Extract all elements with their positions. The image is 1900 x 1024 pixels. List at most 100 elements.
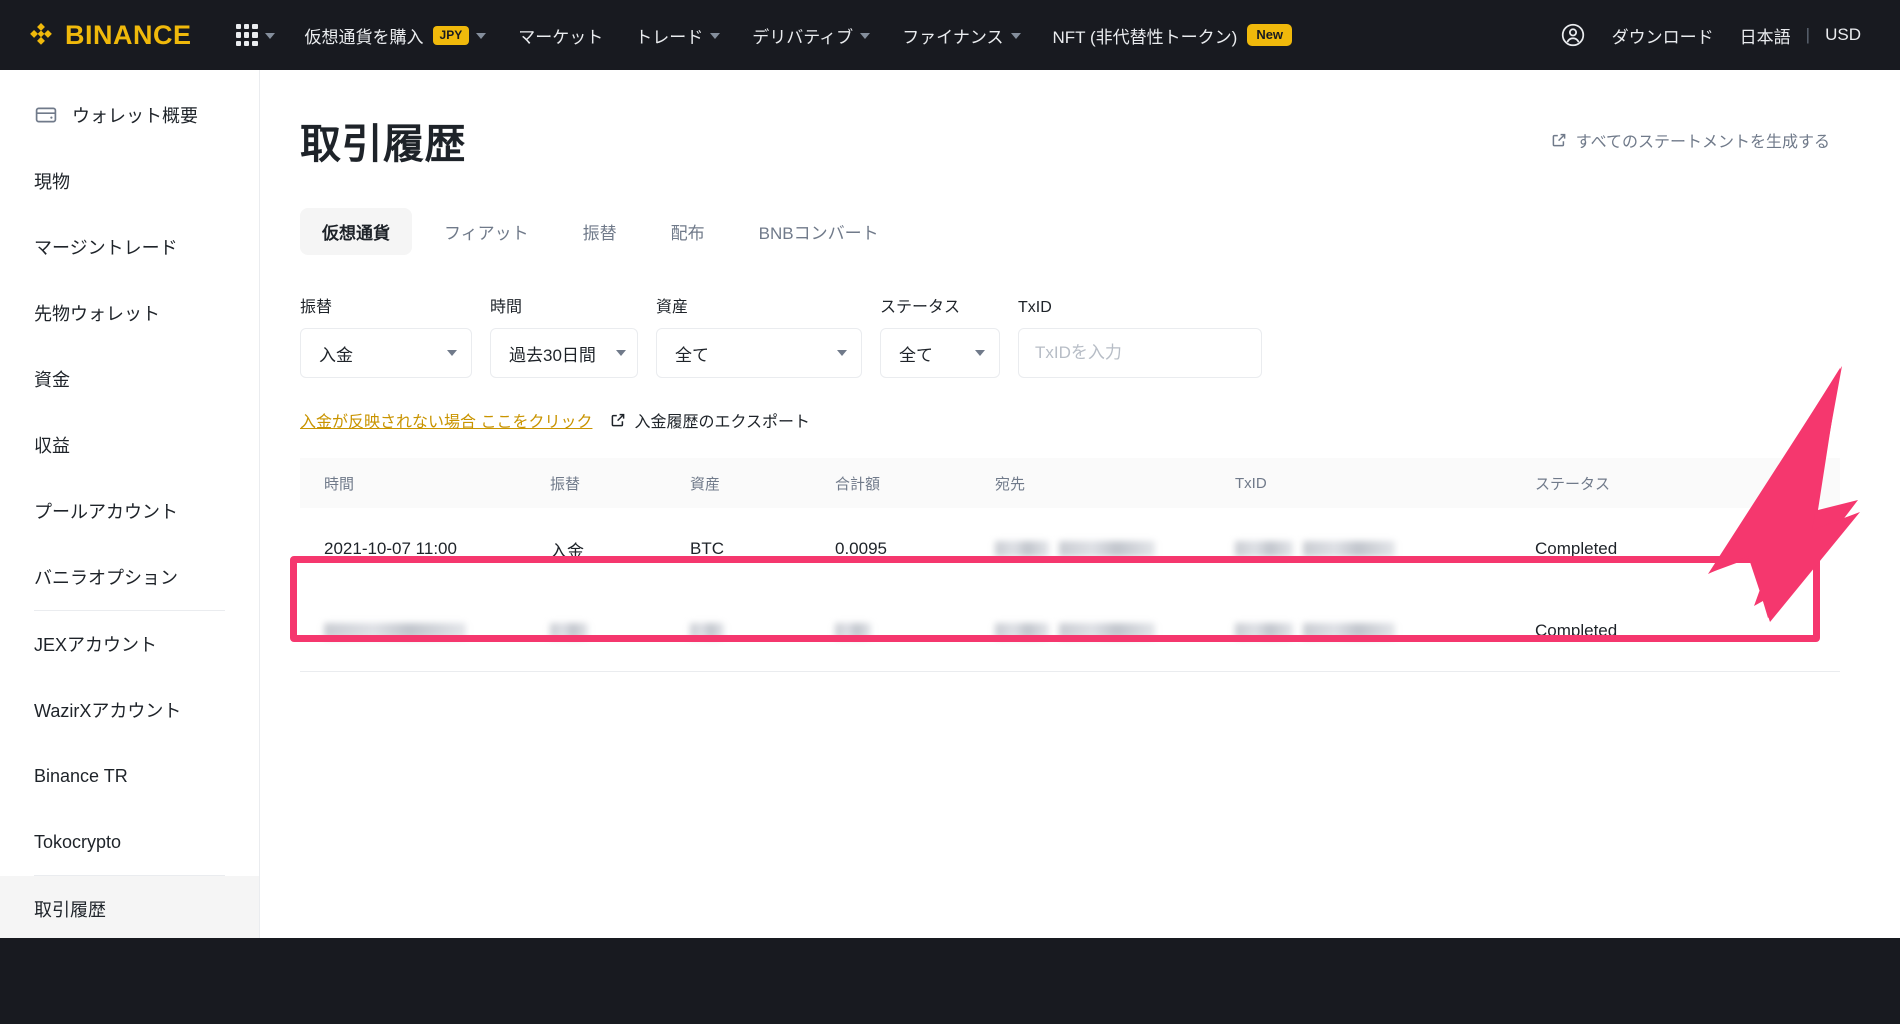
download-link[interactable]: ダウンロード: [1599, 0, 1727, 70]
status-select[interactable]: 全て: [880, 328, 1000, 378]
time-range-select[interactable]: 過去30日間: [490, 328, 638, 378]
sidebar-item-tokocrypto[interactable]: Tokocrypto: [0, 809, 259, 875]
tab-transfer[interactable]: 振替: [561, 208, 639, 255]
column-header-amount: 合計額: [835, 475, 881, 493]
sidebar-item-label: Binance TR: [34, 765, 128, 786]
sidebar-item-jex-account[interactable]: JEXアカウント: [0, 611, 259, 677]
nav-item-nft[interactable]: NFT (非代替性トークン) New: [1037, 0, 1309, 70]
sidebar-item-futures-wallet[interactable]: 先物ウォレット: [0, 280, 259, 346]
nav-item-finance[interactable]: ファイナンス: [886, 0, 1036, 70]
main-content: 取引履歴 すべてのステートメントを生成する 仮想通貨 フィアット 振替 配布 B…: [260, 70, 1900, 938]
cell-txid-redacted: [1235, 541, 1535, 557]
sidebar-item-wazirx-account[interactable]: WazirXアカウント: [0, 677, 259, 743]
sidebar-item-vanilla-options[interactable]: バニラオプション: [0, 544, 259, 610]
tab-label: フィアット: [444, 224, 529, 243]
generate-statement-label: すべてのステートメントを生成する: [1575, 134, 1830, 151]
generate-statement-link[interactable]: すべてのステートメントを生成する: [1551, 128, 1840, 152]
nav-item-buy-crypto[interactable]: 仮想通貨を購入 JPY: [289, 0, 503, 70]
sidebar-item-funding[interactable]: 資金: [0, 346, 259, 412]
transaction-table: 時間 振替 資産 合計額 宛先 TxID ステータス 2021-10-07 11…: [300, 458, 1840, 672]
binance-diamond-icon: [30, 23, 52, 45]
sidebar-item-pool-account[interactable]: プールアカウント: [0, 478, 259, 544]
nav-item-derivatives[interactable]: デリバティブ: [736, 0, 886, 70]
apps-chevron-down-icon[interactable]: [264, 33, 275, 39]
wallet-icon: [35, 107, 57, 123]
cell-destination-redacted: [995, 622, 1235, 639]
filter-status: ステータス 全て: [880, 293, 1000, 378]
page-root: BINANCE 仮想通貨を購入 JPY マーケット トレード デリバティブ ファ…: [0, 0, 1900, 1024]
sidebar: ウォレット概要 現物 マージントレード 先物ウォレット 資金 収益 プールアカウ…: [0, 70, 260, 942]
filter-bar: 振替 入金 時間 過去30日間 資産 全て ステータス 全て TxID TxID…: [300, 293, 1840, 378]
apps-grid-icon[interactable]: [235, 24, 258, 46]
cell-transfer: 入金: [550, 541, 584, 561]
status-value: 全て: [899, 345, 933, 365]
page-header: 取引履歴 すべてのステートメントを生成する: [300, 110, 1840, 170]
download-label: ダウンロード: [1611, 27, 1714, 47]
chevron-down-icon: [837, 350, 847, 356]
sidebar-item-wallet-overview[interactable]: ウォレット概要: [0, 82, 259, 148]
currency-selector[interactable]: USD: [1812, 0, 1874, 70]
language-label: 日本語: [1739, 27, 1791, 47]
export-deposit-history-link[interactable]: 入金履歴のエクスポート: [610, 408, 810, 432]
sidebar-item-label: 収益: [34, 436, 70, 456]
column-header-destination: 宛先: [995, 475, 1026, 493]
cell-amount-redacted: [835, 621, 995, 641]
tab-label: 仮想通貨: [322, 224, 390, 243]
sidebar-item-binance-tr[interactable]: Binance TR: [0, 743, 259, 809]
tab-distribution[interactable]: 配布: [649, 208, 727, 255]
redacted-block: [1235, 622, 1293, 639]
table-row[interactable]: Completed: [300, 590, 1840, 672]
redacted-block: [1303, 541, 1395, 557]
nav-label: デリバティブ: [752, 27, 854, 47]
column-header-asset: 資産: [690, 475, 721, 493]
transfer-type-select[interactable]: 入金: [300, 328, 472, 378]
tab-crypto[interactable]: 仮想通貨: [300, 208, 412, 255]
nav-label: 仮想通貨を購入: [304, 27, 424, 47]
sidebar-item-spot[interactable]: 現物: [0, 148, 259, 214]
user-account-button[interactable]: [1547, 0, 1599, 70]
deposit-not-credited-link[interactable]: 入金が反映されない場合 ここをクリック: [300, 408, 592, 432]
language-selector[interactable]: 日本語: [1727, 0, 1804, 70]
txid-input[interactable]: [1018, 328, 1262, 378]
cell-status: Completed: [1535, 539, 1618, 558]
cell-amount: 0.0095: [835, 539, 887, 558]
tab-label: BNBコンバート: [758, 224, 879, 243]
nav-item-trade[interactable]: トレード: [619, 0, 736, 70]
filter-label-txid: TxID: [1018, 299, 1052, 316]
nav-label: ファイナンス: [902, 27, 1004, 47]
chevron-down-icon: [860, 33, 871, 39]
sidebar-item-label: 現物: [34, 172, 70, 192]
filter-label-time: 時間: [490, 299, 523, 316]
sidebar-item-margin-trade[interactable]: マージントレード: [0, 214, 259, 280]
sidebar-item-label: ウォレット概要: [72, 106, 198, 126]
redacted-block: [690, 623, 724, 640]
nav-label: NFT (非代替性トークン): [1052, 27, 1238, 47]
tab-label: 配布: [670, 224, 705, 243]
column-header-status: ステータス: [1535, 475, 1611, 493]
cell-txid-redacted: [1235, 622, 1535, 639]
external-link-icon: [1552, 133, 1566, 147]
nav-label: トレード: [635, 27, 704, 47]
tab-bnb-convert[interactable]: BNBコンバート: [737, 208, 901, 255]
asset-select[interactable]: 全て: [656, 328, 862, 378]
filter-time: 時間 過去30日間: [490, 293, 638, 378]
redacted-block: [995, 541, 1049, 557]
time-range-value: 過去30日間: [509, 345, 596, 365]
export-label: 入金履歴のエクスポート: [634, 414, 810, 431]
sidebar-item-label: バニラオプション: [34, 568, 178, 588]
chevron-down-icon: [615, 350, 626, 356]
sidebar-item-transaction-history[interactable]: 取引履歴: [0, 876, 259, 942]
asset-value: 全て: [675, 345, 709, 365]
tab-fiat[interactable]: フィアット: [422, 208, 551, 255]
binance-logo[interactable]: BINANCE: [26, 20, 192, 50]
sidebar-item-earn[interactable]: 収益: [0, 412, 259, 478]
table-header-row: 時間 振替 資産 合計額 宛先 TxID ステータス: [300, 458, 1840, 508]
nav-item-markets[interactable]: マーケット: [502, 0, 619, 70]
column-header-txid: TxID: [1235, 474, 1267, 492]
sidebar-item-label: WazirXアカウント: [34, 701, 182, 721]
chevron-down-icon: [1010, 33, 1021, 39]
cell-status: Completed: [1535, 620, 1618, 640]
table-row[interactable]: 2021-10-07 11:00 入金 BTC 0.0095 Completed: [300, 508, 1840, 590]
filter-label-status: ステータス: [880, 299, 961, 316]
top-navbar: BINANCE 仮想通貨を購入 JPY マーケット トレード デリバティブ ファ…: [0, 0, 1900, 70]
